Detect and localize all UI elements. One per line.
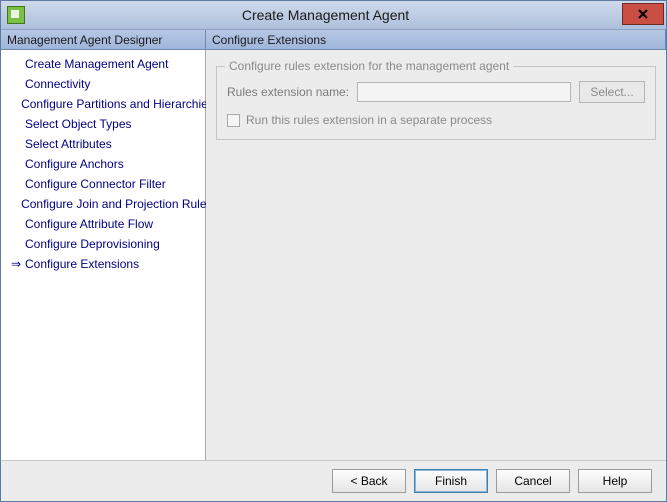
nav-item-label: Configure Anchors <box>25 157 124 171</box>
nav-item-label: Configure Join and Projection Rules <box>21 197 212 211</box>
nav-item-label: Configure Deprovisioning <box>25 237 160 251</box>
nav-item-label: Select Attributes <box>25 137 112 151</box>
nav-item-select-attributes[interactable]: ⇒ Select Attributes <box>1 134 205 154</box>
nav-item-configure-partitions[interactable]: ⇒ Configure Partitions and Hierarchies <box>1 94 205 114</box>
nav-item-configure-anchors[interactable]: ⇒ Configure Anchors <box>1 154 205 174</box>
column-headers: Management Agent Designer Configure Exte… <box>1 30 666 50</box>
arrow-icon: ⇒ <box>11 257 25 271</box>
nav-item-connectivity[interactable]: ⇒ Connectivity <box>1 74 205 94</box>
nav-item-configure-extensions[interactable]: ⇒ Configure Extensions <box>1 254 205 274</box>
select-button[interactable]: Select... <box>579 81 645 103</box>
rules-extension-input[interactable] <box>357 82 571 102</box>
back-button[interactable]: < Back <box>332 469 406 493</box>
dialog-body: Management Agent Designer Configure Exte… <box>1 30 666 501</box>
nav-item-label: Configure Connector Filter <box>25 177 166 191</box>
separate-process-label: Run this rules extension in a separate p… <box>246 113 492 127</box>
group-legend: Configure rules extension for the manage… <box>225 59 513 73</box>
rules-extension-label: Rules extension name: <box>227 85 357 99</box>
nav-item-configure-join-projection[interactable]: ⇒ Configure Join and Projection Rules <box>1 194 205 214</box>
close-icon <box>638 9 648 19</box>
panes: ⇒ Create Management Agent ⇒ Connectivity… <box>1 50 666 460</box>
nav-item-label: Connectivity <box>25 77 90 91</box>
separate-process-row: Run this rules extension in a separate p… <box>227 113 645 127</box>
close-button[interactable] <box>622 3 664 25</box>
app-icon <box>7 6 25 24</box>
nav-item-label: Select Object Types <box>25 117 132 131</box>
dialog-window: Create Management Agent Management Agent… <box>0 0 667 502</box>
nav-item-label: Configure Partitions and Hierarchies <box>21 97 214 111</box>
cancel-button[interactable]: Cancel <box>496 469 570 493</box>
nav-item-select-object-types[interactable]: ⇒ Select Object Types <box>1 114 205 134</box>
nav-item-label: Create Management Agent <box>25 57 168 71</box>
nav-item-configure-attribute-flow[interactable]: ⇒ Configure Attribute Flow <box>1 214 205 234</box>
separate-process-checkbox[interactable] <box>227 114 240 127</box>
nav-item-configure-deprovisioning[interactable]: ⇒ Configure Deprovisioning <box>1 234 205 254</box>
nav-header: Management Agent Designer <box>1 30 206 50</box>
title-bar: Create Management Agent <box>1 1 666 30</box>
help-button[interactable]: Help <box>578 469 652 493</box>
window-title: Create Management Agent <box>25 7 666 23</box>
nav-item-create-management-agent[interactable]: ⇒ Create Management Agent <box>1 54 205 74</box>
content-header: Configure Extensions <box>206 30 666 50</box>
wizard-nav: ⇒ Create Management Agent ⇒ Connectivity… <box>1 50 206 460</box>
finish-button[interactable]: Finish <box>414 469 488 493</box>
content-pane: Configure rules extension for the manage… <box>206 50 666 460</box>
button-bar: < Back Finish Cancel Help <box>1 460 666 501</box>
rules-extension-group: Configure rules extension for the manage… <box>216 66 656 140</box>
nav-item-configure-connector-filter[interactable]: ⇒ Configure Connector Filter <box>1 174 205 194</box>
nav-item-label: Configure Attribute Flow <box>25 217 153 231</box>
nav-item-label: Configure Extensions <box>25 257 139 271</box>
rules-extension-row: Rules extension name: Select... <box>227 81 645 103</box>
